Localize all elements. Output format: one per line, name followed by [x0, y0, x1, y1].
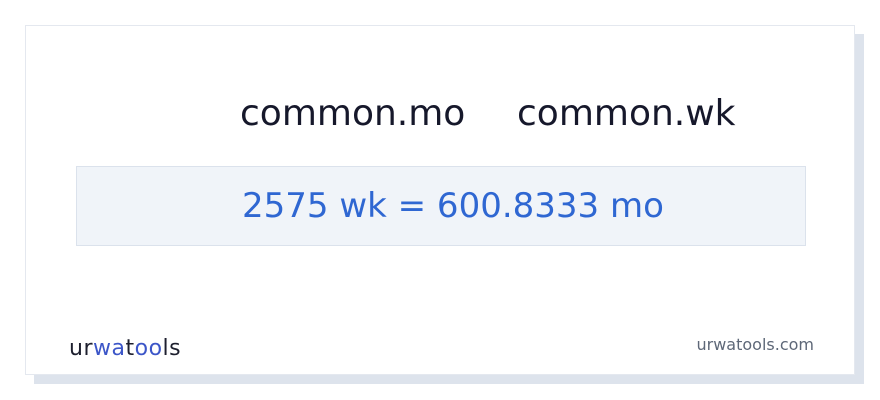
logo-text-part: ur: [69, 336, 93, 361]
urwatools-logo: ur wa t oo ls: [69, 336, 181, 366]
logo-glasses-icon: oo: [134, 336, 163, 361]
units-row: common.mo common.wk: [26, 92, 854, 136]
site-url: urwatools.com: [696, 335, 815, 354]
from-unit-label: common.mo: [240, 93, 466, 134]
to-unit-label: common.wk: [517, 93, 736, 134]
logo-text-part: t: [125, 336, 135, 361]
result-box: 2575 wk = 600.8333 mo: [76, 166, 806, 246]
conversion-result: 2575 wk = 600.8333 mo: [242, 186, 664, 226]
logo-text-accent: wa: [93, 336, 126, 361]
converter-card: common.mo common.wk 2575 wk = 600.8333 m…: [25, 25, 855, 375]
logo-text-part: ls: [162, 336, 182, 361]
